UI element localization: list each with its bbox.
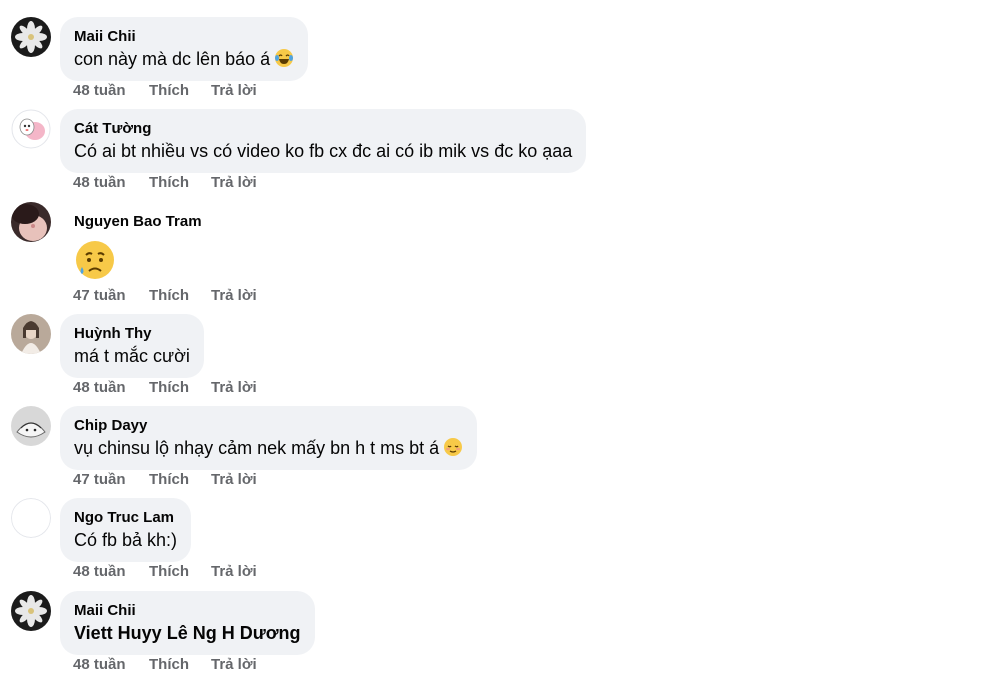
comment-author[interactable]: Chip Dayy (74, 416, 463, 435)
comment-actions: 48 tuần Thích Trả lời (73, 174, 257, 191)
like-link[interactable]: Thích (149, 174, 211, 191)
comment-timestamp[interactable]: 47 tuần (73, 287, 149, 304)
comment-actions: 47 tuần Thích Trả lời (73, 471, 257, 488)
comment-bubble: Nguyen Bao Tram (60, 202, 216, 291)
reply-link[interactable]: Trả lời (211, 287, 257, 304)
like-link[interactable]: Thích (149, 82, 211, 99)
tagged-names[interactable]: Viett Huyy Lê Ng H Dương (74, 621, 301, 645)
like-link[interactable]: Thích (149, 563, 211, 580)
comment-bubble: Chip Dayy vụ chinsu lộ nhạy cảm nek mấy … (60, 406, 478, 470)
comment-text: Có ai bt nhiều vs có video ko fb cx đc a… (74, 141, 573, 161)
comment-timestamp[interactable]: 48 tuần (73, 379, 149, 396)
avatar[interactable] (11, 406, 51, 446)
comment-author[interactable]: Maii Chii (74, 601, 301, 620)
comment-text-line: vụ chinsu lộ nhạy cảm nek mấy bn h t ms … (74, 436, 463, 460)
comment-text: vụ chinsu lộ nhạy cảm nek mấy bn h t ms … (74, 438, 440, 458)
comment-text: con này mà dc lên báo á (74, 49, 271, 69)
avatar[interactable] (11, 591, 51, 631)
reply-link[interactable]: Trả lời (211, 563, 257, 580)
comment-bubble: Cát Tường Có ai bt nhiều vs có video ko … (60, 109, 587, 173)
laughing-tears-emoji-icon (275, 49, 294, 67)
comment-author[interactable]: Ngo Truc Lam (74, 508, 177, 527)
avatar[interactable] (11, 17, 51, 57)
reply-link[interactable]: Trả lời (211, 656, 257, 673)
comment-timestamp[interactable]: 48 tuần (73, 174, 149, 191)
comment-text: má t mắc cười (74, 346, 190, 366)
comment-author[interactable]: Cát Tường (74, 119, 572, 138)
comment-actions: 48 tuần Thích Trả lời (73, 563, 257, 580)
comment-bubble: Maii Chii con này mà dc lên báo á (60, 17, 309, 81)
comment-bubble: Maii Chii Viett Huyy Lê Ng H Dương (60, 591, 315, 655)
comment-timestamp[interactable]: 47 tuần (73, 471, 149, 488)
comment-actions: 48 tuần Thích Trả lời (73, 82, 257, 99)
comment-text-line: con này mà dc lên báo á (74, 47, 294, 71)
comment-actions: 48 tuần Thích Trả lời (73, 656, 257, 673)
comment-bubble: Ngo Truc Lam Có fb bả kh:) (60, 498, 192, 562)
comment-actions: 47 tuần Thích Trả lời (73, 287, 257, 304)
comment-author[interactable]: Maii Chii (74, 27, 294, 46)
avatar[interactable] (11, 109, 51, 149)
reply-link[interactable]: Trả lời (211, 379, 257, 396)
like-link[interactable]: Thích (149, 656, 211, 673)
comment-actions: 48 tuần Thích Trả lời (73, 379, 257, 396)
comment-author[interactable]: Nguyen Bao Tram (74, 212, 202, 231)
comment-timestamp[interactable]: 48 tuần (73, 563, 149, 580)
like-link[interactable]: Thích (149, 287, 211, 304)
avatar[interactable] (11, 498, 51, 538)
avatar[interactable] (11, 314, 51, 354)
sad-sweat-emoji-icon (76, 241, 114, 279)
relieved-emoji-icon (444, 438, 463, 456)
reply-link[interactable]: Trả lời (211, 174, 257, 191)
comment-text: Có fb bả kh:) (74, 530, 178, 550)
avatar[interactable] (11, 202, 51, 242)
comment-timestamp[interactable]: 48 tuần (73, 82, 149, 99)
reply-link[interactable]: Trả lời (211, 471, 257, 488)
like-link[interactable]: Thích (149, 471, 211, 488)
comment-author[interactable]: Huỳnh Thy (74, 324, 190, 343)
comment-bubble: Huỳnh Thy má t mắc cười (60, 314, 204, 378)
reply-link[interactable]: Trả lời (211, 82, 257, 99)
comment-timestamp[interactable]: 48 tuần (73, 656, 149, 673)
like-link[interactable]: Thích (149, 379, 211, 396)
